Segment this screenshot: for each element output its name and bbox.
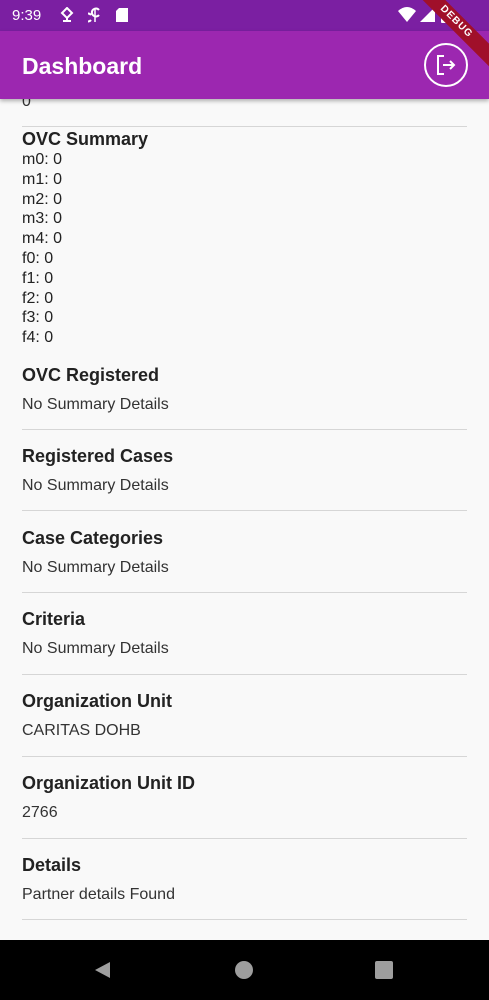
section-title: Registered Cases [22, 446, 174, 466]
ovc-metric-f3: f3: 0 [22, 309, 54, 327]
ovc-metric-m1: m1: 0 [22, 170, 63, 188]
section-value: CARITAS DOHB [22, 722, 141, 739]
logout-button[interactable] [424, 43, 468, 87]
details-section: Details Partner details Found [22, 855, 175, 904]
page-title: Dashboard [22, 53, 143, 79]
section-value: Partner details Found [22, 886, 175, 903]
organization-unit-section: Organization Unit CARITAS DOHB [22, 691, 172, 740]
ovc-metric-m3: m3: 0 [22, 210, 63, 228]
organization-unit-id-section: Organization Unit ID 2766 [22, 773, 195, 822]
ovc-metric-f0: f0: 0 [22, 249, 54, 267]
divider [22, 126, 467, 127]
section-title: Case Categories [22, 528, 164, 548]
home-icon[interactable] [234, 960, 254, 985]
ovc-registered-section: OVC Registered No Summary Details [22, 365, 169, 414]
section-title: Organization Unit [22, 691, 172, 711]
wifi-icon [398, 7, 416, 27]
section-value: 2766 [22, 804, 58, 821]
status-bar: 9:39 [0, 0, 489, 31]
ovc-metric-m2: m2: 0 [22, 190, 63, 208]
section-title: Criteria [22, 609, 86, 629]
divider [22, 592, 467, 593]
divider [22, 838, 467, 839]
section-title: Details [22, 855, 82, 875]
ovc-metric-f2: f2: 0 [22, 289, 54, 307]
ovc-metric-m4: m4: 0 [22, 230, 63, 248]
case-categories-section: Case Categories No Summary Details [22, 528, 169, 577]
app-bar: Dashboard [0, 31, 489, 99]
section-value: No Summary Details [22, 559, 169, 576]
registered-cases-section: Registered Cases No Summary Details [22, 446, 173, 495]
summary-value: 0 [22, 99, 31, 110]
divider [22, 756, 467, 757]
divider [22, 674, 467, 675]
sim-icon [82, 7, 102, 27]
back-icon[interactable] [93, 960, 113, 985]
system-nav-bar [0, 940, 489, 1000]
divider [22, 429, 467, 430]
ovc-metric-m0: m0: 0 [22, 151, 63, 168]
sd-card-icon [115, 7, 129, 27]
section-value: No Summary Details [22, 640, 169, 657]
section-value: No Summary Details [22, 396, 169, 413]
recents-icon[interactable] [374, 960, 394, 985]
section-title: Organization Unit ID [22, 773, 195, 793]
section-title: OVC Summary [22, 129, 149, 149]
divider [22, 919, 467, 920]
divider [22, 510, 467, 511]
criteria-section: Criteria No Summary Details [22, 609, 169, 658]
ovc-summary-section: OVC Summary m0: 0 m1: 0 m2: 0 m3: 0 m4: … [22, 129, 148, 348]
ovc-metric-f1: f1: 0 [22, 269, 54, 287]
status-time: 9:39 [12, 7, 42, 24]
ovc-metric-f4: f4: 0 [22, 329, 54, 347]
dashboard-content[interactable]: 0 OVC Summary m0: 0 m1: 0 m2: 0 m3: 0 m4… [0, 99, 489, 940]
section-value: No Summary Details [22, 477, 169, 494]
location-icon [60, 6, 74, 27]
logout-icon [437, 55, 456, 75]
section-title: OVC Registered [22, 365, 160, 385]
